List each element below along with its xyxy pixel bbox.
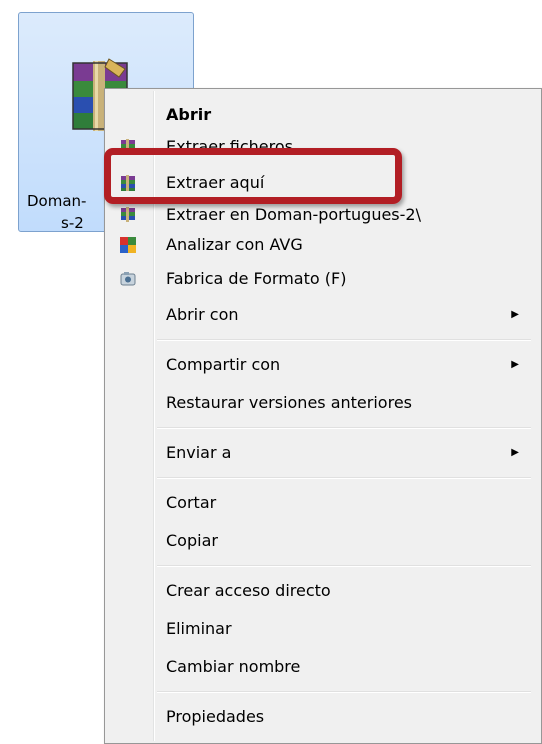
menu-separator [157, 565, 531, 567]
menu-item-restaurar-versiones[interactable]: Restaurar versiones anteriores [105, 385, 537, 421]
menu-separator [157, 477, 531, 479]
desktop: Doman- s-2 Abrir Extraer ficheros... Ext… [0, 0, 542, 744]
menu-item-fabrica-formato[interactable]: Fabrica de Formato (F) [105, 261, 537, 297]
submenu-arrow-icon: ▶ [511, 447, 519, 458]
menu-separator [157, 339, 531, 341]
file-name-line2: s-2 [61, 214, 84, 232]
menu-separator [157, 427, 531, 429]
menu-item-abrir[interactable]: Abrir [105, 97, 537, 133]
menu-item-label: Abrir con [166, 305, 239, 324]
menu-item-label: Fabrica de Formato (F) [166, 269, 347, 288]
menu-item-cambiar-nombre[interactable]: Cambiar nombre [105, 649, 537, 685]
menu-item-label: Crear acceso directo [166, 581, 331, 600]
menu-item-cortar[interactable]: Cortar [105, 485, 537, 521]
submenu-arrow-icon: ▶ [511, 359, 519, 370]
menu-item-label: Compartir con [166, 355, 281, 374]
highlight-annotation [104, 148, 402, 204]
menu-item-copiar[interactable]: Copiar [105, 523, 537, 559]
menu-item-label: Enviar a [166, 443, 232, 462]
menu-item-label: Cortar [166, 493, 217, 512]
menu-item-abrir-con[interactable]: Abrir con ▶ [105, 297, 537, 333]
menu-item-analizar-avg[interactable]: Analizar con AVG [105, 227, 537, 263]
menu-item-compartir-con[interactable]: Compartir con ▶ [105, 347, 537, 383]
menu-item-eliminar[interactable]: Eliminar [105, 611, 537, 647]
submenu-arrow-icon: ▶ [511, 309, 519, 320]
menu-item-label: Restaurar versiones anteriores [166, 393, 412, 412]
menu-item-label: Copiar [166, 531, 218, 550]
format-factory-icon [120, 272, 136, 286]
menu-item-label: Abrir [166, 105, 212, 124]
menu-item-label: Analizar con AVG [166, 235, 303, 254]
menu-item-label: Eliminar [166, 619, 232, 638]
file-name-line1: Doman- [27, 192, 87, 210]
menu-separator [157, 691, 531, 693]
menu-item-propiedades[interactable]: Propiedades [105, 699, 537, 735]
avg-icon [120, 237, 136, 253]
menu-item-crear-acceso-directo[interactable]: Crear acceso directo [105, 573, 537, 609]
menu-item-enviar-a[interactable]: Enviar a ▶ [105, 435, 537, 471]
winrar-icon [121, 207, 135, 222]
menu-item-label: Propiedades [166, 707, 265, 726]
menu-item-label: Cambiar nombre [166, 657, 301, 676]
